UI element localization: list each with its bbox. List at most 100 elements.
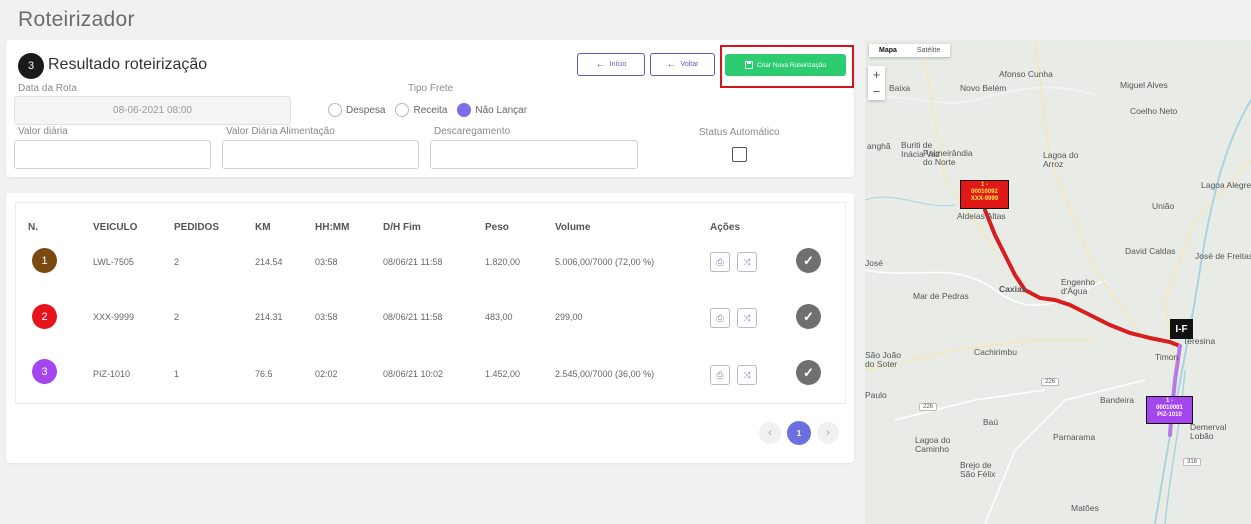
cell-peso: 1.820,00 — [485, 257, 521, 267]
cell-peso: 1.452,00 — [485, 369, 521, 379]
road-badge: 226 — [919, 403, 938, 411]
confirm-route-button[interactable]: ✓ — [796, 248, 821, 273]
check-icon: ✓ — [803, 252, 814, 268]
valor-alimentacao-label: Valor Diária Alimentação — [226, 126, 335, 137]
map-label: Cachirimbu — [974, 347, 1017, 357]
map-label: Engenho d'Água — [1061, 277, 1096, 296]
zoom-in-button[interactable]: + — [868, 66, 885, 83]
cell-pedidos: 2 — [174, 312, 180, 322]
date-field[interactable]: 08-06-2021 08:00 — [14, 96, 291, 125]
page-title: Roteirizador — [18, 8, 135, 31]
arrow-left-icon: ← — [666, 58, 677, 70]
header-dh-fim: D/H Fim — [383, 222, 421, 233]
tipo-frete-label: Tipo Frete — [408, 83, 454, 94]
cell-pedidos: 1 — [174, 369, 180, 379]
cell-hhmm: 03:58 — [315, 312, 338, 322]
cell-fim: 08/06/21 11:58 — [383, 257, 443, 267]
print-button[interactable]: ⎙ — [710, 252, 730, 272]
map-label: Matões — [1071, 503, 1099, 513]
map-label: Caxias — [999, 284, 1027, 294]
shuffle-icon: ⤨ — [743, 312, 751, 323]
voltar-button[interactable]: ← Voltar — [650, 53, 715, 76]
route-number-badge: 1 — [32, 248, 57, 273]
descarregamento-label: Descaregamento — [434, 126, 511, 137]
header-km: KM — [255, 222, 271, 233]
map-label: Lagoa Alegre — [1201, 180, 1251, 190]
valor-diaria-input[interactable] — [14, 140, 211, 169]
map-label: anghã — [867, 141, 891, 151]
map-label: Baú — [983, 417, 999, 427]
route-marker-red[interactable]: 1 - 00010092 XXX-9999 — [960, 180, 1009, 209]
map-label: São João do Soter — [865, 350, 901, 369]
header-pedidos: PEDIDOS — [174, 222, 220, 233]
shuffle-button[interactable]: ⤨ — [737, 365, 757, 385]
marker-line: 1 - — [1165, 398, 1173, 404]
confirm-route-button[interactable]: ✓ — [796, 304, 821, 329]
road-badge: 226 — [1041, 378, 1060, 386]
routes-table-card: N. VEICULO PEDIDOS KM HH:MM D/H Fim Peso… — [6, 193, 854, 463]
inicio-button[interactable]: ← Início — [577, 53, 645, 76]
print-button[interactable]: ⎙ — [710, 365, 730, 385]
cell-volume: 2.545,00/7000 (36,00 %) — [555, 369, 655, 379]
marker-line: XXX-9999 — [970, 196, 999, 202]
zoom-out-button[interactable]: − — [868, 83, 885, 100]
map-type-map[interactable]: Mapa — [869, 44, 907, 57]
pagination-page-1[interactable]: 1 — [787, 421, 811, 445]
header-hhmm: HH:MM — [315, 222, 350, 233]
radio-label: Não Lançar — [475, 104, 528, 116]
map-label: Bandeira — [1100, 395, 1135, 405]
pagination-next-button[interactable]: › — [817, 422, 839, 444]
map-label: Timon — [1155, 352, 1179, 362]
confirm-route-button[interactable]: ✓ — [796, 360, 821, 385]
map-label: Baixa — [889, 83, 911, 93]
radio-circle-checked[interactable] — [457, 103, 472, 117]
map-label: Afonso Cunha — [999, 69, 1053, 79]
header-volume: Volume — [555, 222, 591, 233]
status-automatico-checkbox[interactable] — [732, 147, 747, 162]
check-icon: ✓ — [803, 308, 814, 324]
map-label: David Caldas — [1125, 246, 1176, 256]
cell-veiculo: XXX-9999 — [93, 312, 135, 322]
map-type-satellite[interactable]: Satélite — [907, 44, 950, 57]
print-button[interactable]: ⎙ — [710, 308, 730, 328]
map-label: Miguel Alves — [1120, 80, 1168, 90]
map-label: José — [865, 258, 883, 268]
step-number: 3 — [18, 53, 44, 79]
zoom-controls: + − — [868, 66, 885, 100]
radio-nao-lancar[interactable]: Não Lançar — [457, 103, 527, 117]
cell-pedidos: 2 — [174, 257, 180, 267]
pagination-prev-button[interactable]: ‹ — [759, 422, 781, 444]
shuffle-button[interactable]: ⤨ — [737, 252, 757, 272]
radio-receita[interactable]: Receita — [395, 103, 447, 117]
radio-label: Despesa — [346, 104, 386, 116]
marker-line: 00010001 — [1156, 405, 1183, 411]
radio-despesa[interactable]: Despesa — [328, 103, 385, 117]
print-icon: ⎙ — [716, 369, 724, 380]
shuffle-icon: ⤨ — [743, 369, 751, 380]
map-label: Parnarama — [1053, 432, 1096, 442]
descarregamento-input[interactable] — [430, 140, 638, 169]
map-label: União — [1152, 201, 1175, 211]
map-label: Coelho Neto — [1130, 106, 1178, 116]
map-label: José de Freitas — [1195, 251, 1251, 261]
header-veiculo: VEICULO — [93, 222, 138, 233]
map-label: Novo Belém — [960, 83, 1007, 93]
marker-line: 1 - — [980, 182, 988, 188]
radio-circle[interactable] — [395, 103, 410, 117]
valor-alimentacao-input[interactable] — [222, 140, 419, 169]
map-label: Aldeias Altas — [957, 211, 1006, 221]
inicio-label: Início — [609, 61, 627, 68]
cell-volume: 5.006,00/7000 (72,00 %) — [555, 257, 655, 267]
shuffle-button[interactable]: ⤨ — [737, 308, 757, 328]
check-icon: ✓ — [803, 364, 814, 380]
map-label: Demerval Lobão — [1190, 422, 1227, 441]
route-number-badge: 2 — [32, 304, 57, 329]
cell-volume: 299,00 — [555, 312, 583, 322]
print-icon: ⎙ — [716, 256, 724, 267]
route-map[interactable]: Mapa Satélite + − Baixa Novo Belém Afons… — [865, 40, 1251, 524]
cell-hhmm: 02:02 — [315, 369, 338, 379]
start-end-marker[interactable]: I-F — [1170, 319, 1193, 339]
radio-circle[interactable] — [328, 103, 342, 117]
route-marker-purple[interactable]: 1 - 00010001 PIZ-1010 — [1146, 396, 1193, 424]
map-label: Brejo de São Félix — [960, 460, 996, 479]
